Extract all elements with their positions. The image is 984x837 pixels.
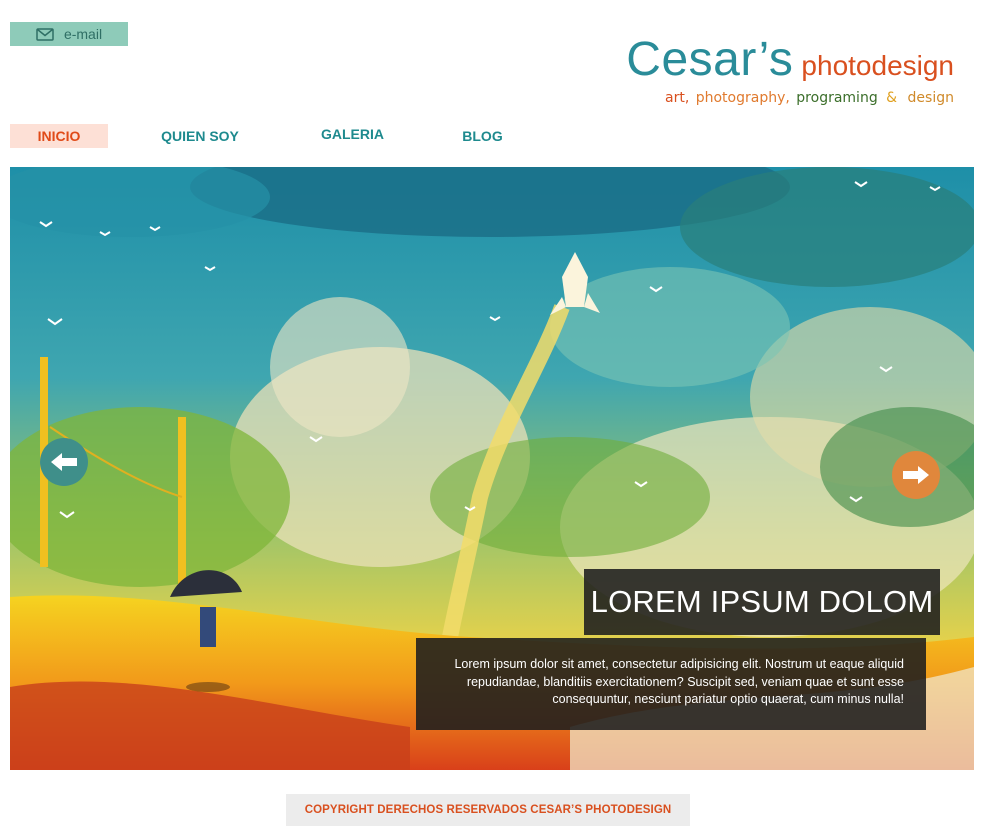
tagline: art, photography, programing & design <box>626 90 954 106</box>
nav-item-quien-soy[interactable]: QUIEN SOY <box>150 124 250 148</box>
footer-copyright: COPYRIGHT DERECHOS RESERVADOS CESAR’S PH… <box>286 794 690 826</box>
slider-prev-button[interactable] <box>40 438 88 486</box>
tagline-word: programing <box>796 90 878 106</box>
nav-item-galeria[interactable]: GALERIA <box>315 122 390 146</box>
tagline-word: & <box>886 90 898 106</box>
slide-caption-text: Lorem ipsum dolor sit amet, consectetur … <box>416 638 926 730</box>
slider-next-button[interactable] <box>892 451 940 499</box>
logo-suffix: photodesign <box>801 50 954 81</box>
email-button[interactable]: e-mail <box>10 22 128 46</box>
site-logo[interactable]: Cesar’s photodesign art, photography, pro… <box>626 33 954 107</box>
arrow-left-icon <box>51 453 77 471</box>
arrow-right-icon <box>903 466 929 484</box>
email-label: e-mail <box>63 26 103 42</box>
logo-name: Cesar’s <box>626 33 794 86</box>
image-slider: LOREM IPSUM DOLOM Lorem ipsum dolor sit … <box>10 167 974 770</box>
tagline-word: art, <box>665 90 690 106</box>
tagline-word: design <box>907 90 954 106</box>
envelope-icon <box>36 27 54 41</box>
tagline-word: photography, <box>695 90 790 106</box>
nav-item-blog[interactable]: BLOG <box>455 124 510 148</box>
nav-item-inicio[interactable]: INICIO <box>10 124 108 148</box>
main-nav: INICIO QUIEN SOY GALERIA BLOG <box>10 124 530 148</box>
slide-caption-title: LOREM IPSUM DOLOM <box>584 569 940 635</box>
